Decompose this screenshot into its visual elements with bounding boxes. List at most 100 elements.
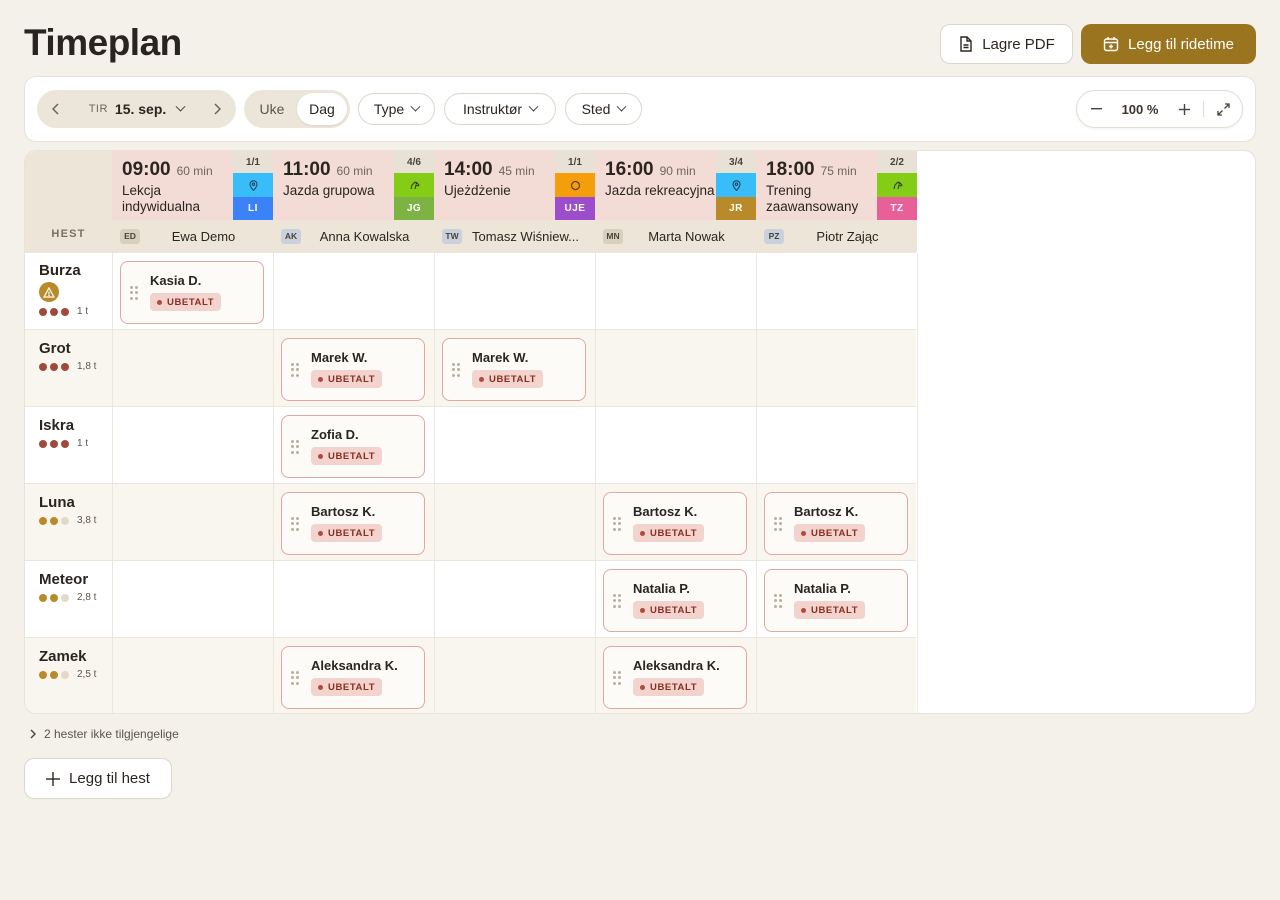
prev-day-button[interactable] xyxy=(37,90,75,128)
instructor-initials: AK xyxy=(281,228,301,244)
horse-hours: 2,8 t xyxy=(77,592,97,603)
level-dot xyxy=(50,593,58,602)
instructor-name: Anna Kowalska xyxy=(319,228,410,244)
rider-name: Kasia D. xyxy=(150,273,202,288)
zoom-control: 100 % xyxy=(1076,90,1243,128)
column-divider xyxy=(756,330,757,407)
lesson-header[interactable]: 11:00 60 min Jazda grupowa 4/6 JG AK Anna Kowa… xyxy=(273,151,434,252)
booking-card[interactable]: Aleksandra K. UBETALT xyxy=(603,646,747,709)
lesson-time: 18:00 xyxy=(766,159,815,180)
next-day-button[interactable] xyxy=(198,90,236,128)
horse-info[interactable]: Meteor 2,8 t xyxy=(25,561,112,638)
column-divider xyxy=(917,638,918,713)
drag-handle-icon[interactable] xyxy=(774,517,782,531)
level-dot xyxy=(61,439,69,448)
level-dot xyxy=(50,670,58,679)
drag-handle-icon[interactable] xyxy=(613,594,621,608)
rider-name: Natalia P. xyxy=(794,581,851,596)
horse-info[interactable]: Luna 3,8 t xyxy=(25,484,112,561)
column-divider xyxy=(595,638,596,713)
lesson-header[interactable]: 16:00 90 min Jazda rekreacyjna 3/4 JR MN Marta… xyxy=(595,151,756,252)
booking-card[interactable]: Bartosz K. UBETALT xyxy=(764,492,908,555)
booking-card[interactable]: Natalia P. UBETALT xyxy=(764,569,908,632)
fullscreen-button[interactable] xyxy=(1204,90,1242,128)
horse-info[interactable]: Zamek 2,5 t xyxy=(25,638,112,713)
lesson-header[interactable]: 18:00 75 min Trening zaawansowany 2/2 TZ PZ Pi… xyxy=(756,151,917,252)
filter-location[interactable]: Sted xyxy=(565,93,642,125)
horse-hours: 3,8 t xyxy=(77,515,97,526)
lesson-time: 09:00 xyxy=(122,159,171,180)
level-dot xyxy=(39,307,47,316)
booking-card[interactable]: Natalia P. UBETALT xyxy=(603,569,747,632)
booking-card[interactable]: Marek W. UBETALT xyxy=(281,338,425,401)
filter-instructor[interactable]: Instruktør xyxy=(444,93,556,125)
unavailable-horses-toggle[interactable]: 2 hester ikke tilgjengelige xyxy=(30,727,179,741)
lesson-title: Jazda grupowa xyxy=(283,183,375,198)
horse-row: Burza 1 t Kasia D. UBETALT xyxy=(25,252,918,330)
zoom-out-button[interactable] xyxy=(1077,90,1115,128)
horse-info[interactable]: Grot 1,8 t xyxy=(25,330,112,407)
lesson-time: 14:00 xyxy=(444,159,493,180)
add-horse-label: Legg til hest xyxy=(69,770,150,787)
day-abbr: TIR xyxy=(88,103,108,115)
booking-card[interactable]: Bartosz K. UBETALT xyxy=(281,492,425,555)
column-divider xyxy=(756,407,757,484)
save-pdf-button[interactable]: Lagre PDF xyxy=(940,24,1073,64)
drag-handle-icon[interactable] xyxy=(774,594,782,608)
drag-handle-icon[interactable] xyxy=(291,517,299,531)
lesson-instructor: TW Tomasz Wiśniew... xyxy=(434,220,595,252)
lesson-instructor: MN Marta Nowak xyxy=(595,220,756,252)
lesson-time-line: 11:00 60 min xyxy=(283,159,394,181)
drag-handle-icon[interactable] xyxy=(291,440,299,454)
level-dot xyxy=(50,439,58,448)
warning-icon[interactable] xyxy=(39,282,59,302)
horse-info[interactable]: Iskra 1 t xyxy=(25,407,112,484)
horse-info[interactable]: Burza 1 t xyxy=(25,253,112,330)
zoom-in-button[interactable] xyxy=(1165,90,1203,128)
drag-handle-icon[interactable] xyxy=(613,517,621,531)
horse-workload: 2,8 t xyxy=(39,592,112,603)
instructor-initials: ED xyxy=(120,228,140,244)
drag-handle-icon[interactable] xyxy=(291,363,299,377)
add-lesson-button[interactable]: Legg til ridetime xyxy=(1081,24,1256,64)
rider-name: Marek W. xyxy=(311,350,368,365)
lesson-meta: 1/1 UJE xyxy=(555,151,595,220)
column-divider xyxy=(595,484,596,561)
column-divider xyxy=(595,407,596,484)
booking-card[interactable]: Bartosz K. UBETALT xyxy=(603,492,747,555)
level-dot xyxy=(61,516,69,525)
booking-card[interactable]: Kasia D. UBETALT xyxy=(120,261,264,324)
drag-handle-icon[interactable] xyxy=(613,671,621,685)
date-navigator: TIR 15. sep. xyxy=(37,90,236,128)
lesson-header[interactable]: 14:00 45 min Ujeżdżenie 1/1 UJE TW Tomasz Wiśn… xyxy=(434,151,595,252)
booking-card[interactable]: Zofia D. UBETALT xyxy=(281,415,425,478)
lesson-time-line: 16:00 90 min xyxy=(605,159,716,181)
add-horse-button[interactable]: Legg til hest xyxy=(24,758,172,799)
level-dot xyxy=(39,593,47,602)
column-divider xyxy=(756,638,757,713)
horse-name: Burza xyxy=(39,262,81,279)
level-dot xyxy=(61,593,69,602)
lesson-header[interactable]: 09:00 60 min Lekcja indywidualna 1/1 LI ED Ewa… xyxy=(112,151,273,252)
view-week-option[interactable]: Uke xyxy=(247,93,297,125)
drag-handle-icon[interactable] xyxy=(130,286,138,300)
drag-handle-icon[interactable] xyxy=(291,671,299,685)
booking-card[interactable]: Aleksandra K. UBETALT xyxy=(281,646,425,709)
lesson-time-line: 14:00 45 min xyxy=(444,159,555,181)
view-day-option[interactable]: Dag xyxy=(297,93,347,125)
add-lesson-label: Legg til ridetime xyxy=(1128,35,1234,53)
lesson-title: Lekcja indywidualna xyxy=(122,183,201,214)
date-picker[interactable]: TIR 15. sep. xyxy=(75,101,198,117)
instructor-name: Tomasz Wiśniew... xyxy=(472,228,579,244)
instructor-initials: TW xyxy=(442,228,462,244)
payment-status-badge: UBETALT xyxy=(311,447,383,465)
horse-hours: 1 t xyxy=(77,438,89,449)
booking-card[interactable]: Marek W. UBETALT xyxy=(442,338,586,401)
filter-type[interactable]: Type xyxy=(358,93,435,125)
drag-handle-icon[interactable] xyxy=(452,363,460,377)
horse-row: Iskra 1 t Zofia D. UBETALT xyxy=(25,406,918,484)
level-dot xyxy=(39,516,47,525)
column-divider xyxy=(917,561,918,638)
lesson-duration: 75 min xyxy=(820,164,857,178)
chevron-down-icon xyxy=(175,101,186,112)
